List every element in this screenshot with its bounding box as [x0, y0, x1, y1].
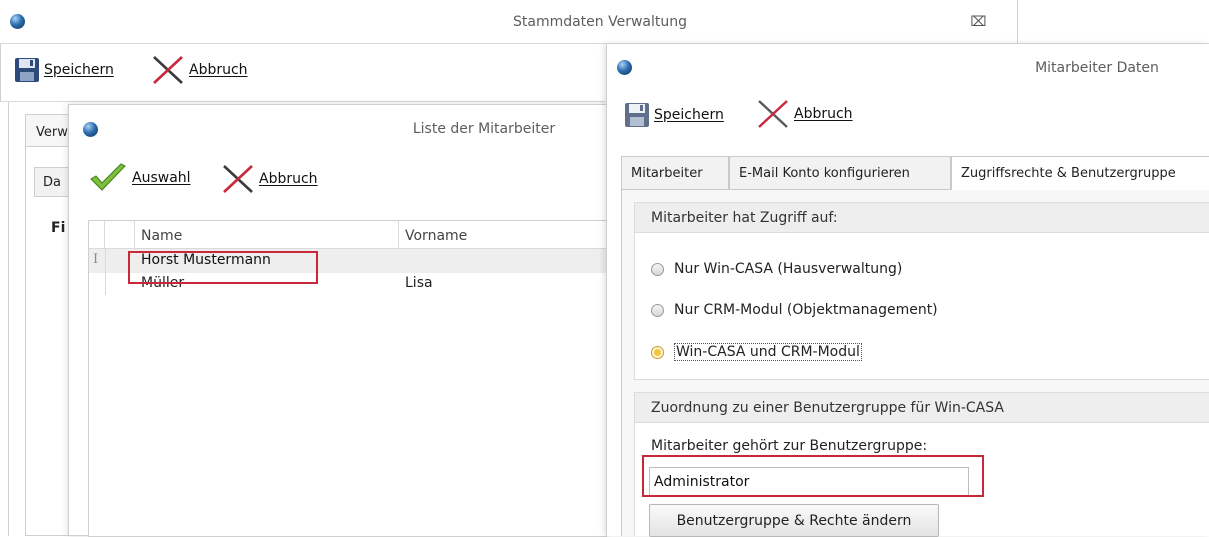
checkmark-icon [90, 163, 126, 191]
detail-cancel-button[interactable]: Abbruch [756, 98, 853, 130]
tab-email-konto-label: E-Mail Konto konfigurieren [739, 165, 910, 181]
detail-window-title: Mitarbeiter Daten [1035, 60, 1159, 76]
cancel-x-icon [153, 56, 183, 84]
column-header-name[interactable]: Name [141, 228, 182, 244]
row-cursor-icon: I [93, 252, 99, 267]
list-cancel-button[interactable]: Abbruch [221, 163, 318, 195]
row-indicator [105, 273, 106, 295]
cell-vorname: Lisa [405, 275, 433, 291]
main-tab-label: Verw [36, 125, 68, 140]
highlight-box-name [128, 251, 318, 284]
detail-save-button[interactable]: Speichern [624, 102, 724, 128]
tab-mitarbeiter[interactable]: Mitarbeiter [621, 156, 729, 189]
main-close-button[interactable]: ⌧ [940, 0, 1018, 44]
grid-header-spacer [105, 221, 135, 249]
group-field-label: Mitarbeiter gehört zur Benutzergruppe: [651, 438, 928, 454]
floppy-disk-icon [625, 103, 649, 127]
access-section: Mitarbeiter hat Zugriff auf: Nur Win-CAS… [634, 202, 1209, 380]
tab-email-konto[interactable]: E-Mail Konto konfigurieren [729, 156, 951, 189]
detail-save-label: Speichern [654, 107, 724, 123]
radio-option-wincasa[interactable]: Nur Win-CASA (Hausverwaltung) [651, 261, 902, 277]
list-toolbar: Auswahl Abbruch [69, 153, 607, 205]
detail-titlebar: Mitarbeiter Daten [607, 44, 1209, 88]
close-icon: ⌧ [970, 14, 987, 30]
radio-option-both[interactable]: Win-CASA und CRM-Modul [651, 343, 862, 361]
main-toolbar: Speichern Abbruch [0, 44, 605, 102]
column-header-vorname[interactable]: Vorname [405, 228, 467, 244]
group-heading-text: Zuordnung zu einer Benutzergruppe für Wi… [651, 399, 1004, 416]
tab-zugriffsrechte-label: Zugriffsrechte & Benutzergruppe [961, 166, 1176, 181]
row-indicator [105, 249, 106, 273]
list-cancel-button-label: Abbruch [259, 171, 318, 187]
highlight-box-group [642, 455, 984, 497]
column-divider [398, 221, 399, 249]
radio-label: Nur Win-CASA (Hausverwaltung) [674, 261, 903, 277]
inner-tab-label: Da [43, 175, 61, 190]
tab-zugriffsrechte[interactable]: Zugriffsrechte & Benutzergruppe [951, 156, 1209, 190]
cancel-button[interactable]: Abbruch [151, 54, 248, 86]
save-button-label: Speichern [44, 62, 114, 78]
access-section-heading: Mitarbeiter hat Zugriff auf: [635, 203, 1209, 233]
change-group-button-label: Benutzergruppe & Rechte ändern [676, 512, 912, 529]
grid-header: Name Vorname [89, 221, 608, 249]
detail-tabbar: Mitarbeiter E-Mail Konto konfigurieren Z… [621, 156, 1209, 190]
list-titlebar: Liste der Mitarbeiter [69, 105, 607, 153]
floppy-disk-icon [15, 58, 39, 82]
radio-option-crm[interactable]: Nur CRM-Modul (Objektmanagement) [651, 302, 938, 318]
select-button[interactable]: Auswahl [88, 161, 191, 195]
detail-toolbar: Speichern Abbruch [607, 88, 1209, 144]
list-orb-icon [83, 122, 98, 137]
cancel-x-icon [223, 165, 253, 193]
radio-label: Nur CRM-Modul (Objektmanagement) [674, 302, 938, 318]
change-group-button[interactable]: Benutzergruppe & Rechte ändern [649, 504, 939, 537]
cancel-button-label: Abbruch [189, 62, 248, 78]
main-window-title: Stammdaten Verwaltung [512, 14, 688, 30]
radio-button-checked[interactable] [651, 345, 664, 359]
list-window-title: Liste der Mitarbeiter [412, 121, 556, 137]
cancel-x-icon [758, 100, 788, 128]
radio-label: Win-CASA und CRM-Modul [674, 343, 862, 361]
grid-header-indicator [89, 221, 105, 249]
main-titlebar: Stammdaten Verwaltung ⌧ [0, 0, 1209, 44]
group-section-heading: Zuordnung zu einer Benutzergruppe für Wi… [635, 393, 1209, 423]
radio-button[interactable] [651, 262, 664, 276]
select-button-label: Auswahl [132, 170, 191, 186]
detail-orb-icon [617, 60, 632, 75]
access-heading-text: Mitarbeiter hat Zugriff auf: [651, 209, 838, 226]
tab-mitarbeiter-label: Mitarbeiter [631, 165, 703, 181]
app-orb-icon [10, 14, 25, 29]
field-label-partial: Fi [51, 220, 66, 236]
radio-button[interactable] [651, 303, 664, 317]
save-button[interactable]: Speichern [14, 57, 114, 83]
detail-cancel-label: Abbruch [794, 106, 853, 122]
employee-list-window: Liste der Mitarbeiter Auswahl Abbruch Na… [68, 104, 608, 537]
